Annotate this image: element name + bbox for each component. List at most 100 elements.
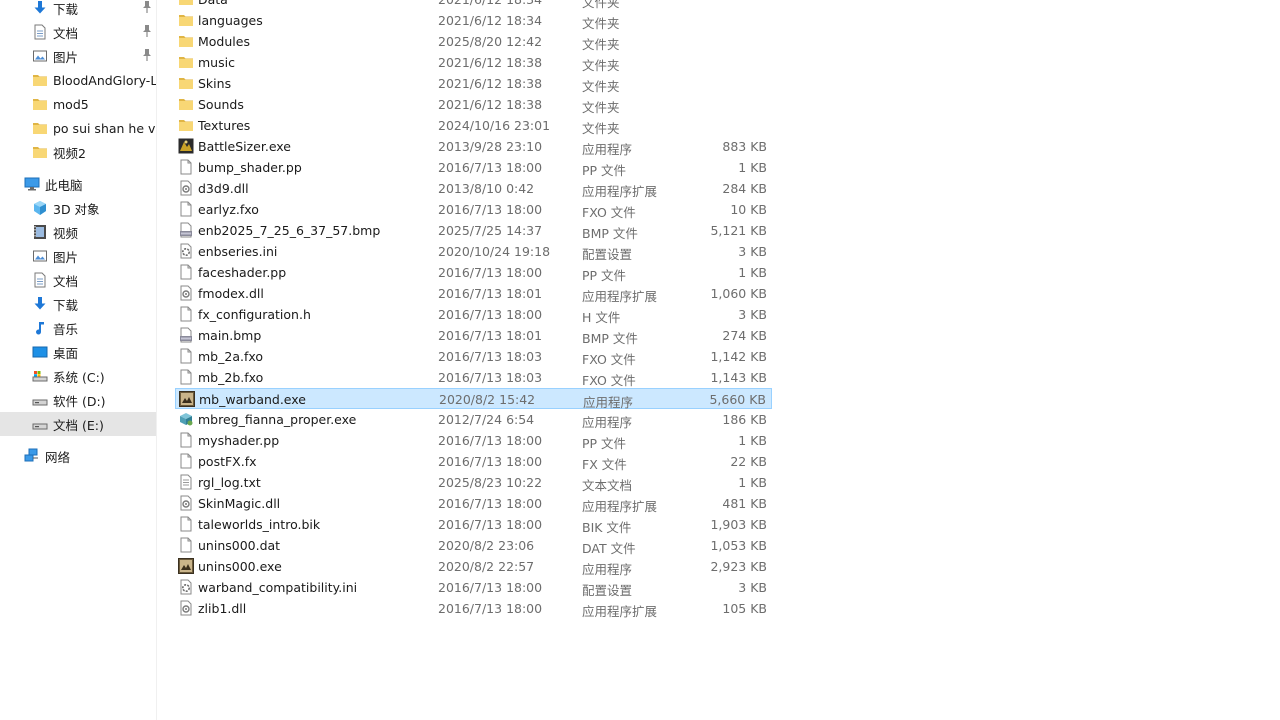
file-size: 186 KB [722, 412, 767, 427]
file-row[interactable]: warband_compatibility.ini 2016/7/13 18:00… [175, 577, 772, 598]
file-name: Skins [198, 76, 232, 91]
file-row[interactable]: d3d9.dll 2013/8/10 0:42 应用程序扩展 284 KB [175, 178, 772, 199]
sidebar-item-qa-2[interactable]: 图片 [0, 44, 156, 68]
file-row[interactable]: mbreg_fianna_proper.exe 2012/7/24 6:54 应用程… [175, 409, 772, 430]
file-icon [178, 201, 194, 217]
file-name: Modules [198, 34, 250, 49]
dll-icon [178, 180, 194, 196]
file-type: 应用程序扩展 [582, 184, 658, 199]
file-row[interactable]: taleworlds_intro.bik 2016/7/13 18:00 BIK 文… [175, 514, 772, 535]
sidebar-item-qa-3[interactable]: BloodAndGlory-Li [0, 68, 156, 92]
file-name: languages [198, 13, 263, 28]
file-name: faceshader.pp [198, 265, 287, 280]
sidebar-item-pc-4[interactable]: 下载 [0, 292, 156, 316]
pictures-icon [32, 248, 48, 264]
pin-icon[interactable] [141, 24, 153, 38]
file-row[interactable]: Sounds 2021/6/12 18:38 文件夹 [175, 94, 772, 115]
file-row[interactable]: main.bmp 2016/7/13 18:01 BMP 文件 274 KB [175, 325, 772, 346]
sidebar-item-pc-5[interactable]: 音乐 [0, 316, 156, 340]
file-row[interactable]: postFX.fx 2016/7/13 18:00 FX 文件 22 KB [175, 451, 772, 472]
file-row[interactable]: BattleSizer.exe 2013/9/28 23:10 应用程序 883 KB [175, 136, 772, 157]
file-row[interactable]: SkinMagic.dll 2016/7/13 18:00 应用程序扩展 481 KB [175, 493, 772, 514]
file-row[interactable]: unins000.dat 2020/8/2 23:06 DAT 文件 1,053 KB [175, 535, 772, 556]
sidebar-item-qa-0[interactable]: 下载 [0, 0, 156, 20]
file-type: BMP 文件 [582, 226, 638, 241]
sidebar-item-pc-9[interactable]: 文档 (E:) [0, 412, 156, 436]
videos-icon [32, 224, 48, 240]
network-icon [24, 448, 40, 464]
file-row[interactable]: mb_2a.fxo 2016/7/13 18:03 FXO 文件 1,142 KB [175, 346, 772, 367]
file-date-modified: 2025/7/25 14:37 [438, 223, 543, 238]
file-row[interactable]: Data2021/6/12 18:34文件夹 [175, 0, 772, 10]
file-date-modified: 2016/7/13 18:03 [438, 349, 543, 364]
file-list[interactable]: Data 2021/6/12 18:34 文件夹 languages 2021/6/12… [175, 0, 775, 720]
file-date-modified: 2020/8/2 15:42 [439, 392, 536, 407]
sidebar-item-network[interactable]: 网络 [0, 444, 156, 468]
file-row[interactable]: fmodex.dll 2016/7/13 18:01 应用程序扩展 1,060 KB [175, 283, 772, 304]
sidebar-item-qa-5[interactable]: po sui shan he v0 [0, 116, 156, 140]
file-type: PP 文件 [582, 436, 627, 451]
sidebar-item-pc-7[interactable]: 系统 (C:) [0, 364, 156, 388]
sidebar-item-label: 软件 (D:) [53, 393, 106, 409]
sidebar-item-pc-1[interactable]: 视频 [0, 220, 156, 244]
navigation-pane[interactable]: 下载 文档 图片 BloodAndGlory-Li mod5 po sui shan he… [0, 0, 157, 720]
file-row[interactable]: enb2025_7_25_6_37_57.bmp 2025/7/25 14:37 B… [175, 220, 772, 241]
file-row[interactable]: mb_warband.exe 2020/8/2 15:42 应用程序 5,660 KB [175, 388, 772, 410]
file-date-modified: 2020/8/2 22:57 [438, 559, 535, 574]
file-row[interactable]: unins000.exe 2020/8/2 22:57 应用程序 2,923 KB [175, 556, 772, 577]
file-date-modified: 2016/7/13 18:00 [438, 433, 543, 448]
file-row[interactable]: earlyz.fxo 2016/7/13 18:00 FXO 文件 10 KB [175, 199, 772, 220]
file-date-modified: 2013/8/10 0:42 [438, 181, 535, 196]
file-date-modified: 2021/6/12 18:38 [438, 97, 543, 112]
file-row[interactable]: bump_shader.pp 2016/7/13 18:00 PP 文件 1 KB [175, 157, 772, 178]
file-type: 应用程序 [582, 415, 633, 430]
file-size: 1,060 KB [710, 286, 767, 301]
file-row[interactable]: music 2021/6/12 18:38 文件夹 [175, 52, 772, 73]
sidebar-item-qa-4[interactable]: mod5 [0, 92, 156, 116]
file-row[interactable]: Textures 2024/10/16 23:01 文件夹 [175, 115, 772, 136]
file-date-modified: 2016/7/13 18:00 [438, 601, 543, 616]
file-icon [178, 348, 194, 364]
file-date-modified: 2016/7/13 18:00 [438, 307, 543, 322]
sidebar-item-label: 文档 (E:) [53, 417, 104, 433]
file-name: music [198, 55, 235, 70]
file-name: bump_shader.pp [198, 160, 302, 175]
file-row[interactable]: Skins 2021/6/12 18:38 文件夹 [175, 73, 772, 94]
sidebar-item-label: 网络 [45, 449, 71, 465]
file-row[interactable]: languages 2021/6/12 18:34 文件夹 [175, 10, 772, 31]
sidebar-item-pc-3[interactable]: 文档 [0, 268, 156, 292]
file-date-modified: 2016/7/13 18:00 [438, 454, 543, 469]
file-type: 应用程序扩展 [582, 289, 658, 304]
file-row[interactable]: enbseries.ini 2020/10/24 19:18 配置设置 3 KB [175, 241, 772, 262]
sidebar-item-qa-1[interactable]: 文档 [0, 20, 156, 44]
file-size: 1,053 KB [710, 538, 767, 553]
file-row[interactable]: mb_2b.fxo 2016/7/13 18:03 FXO 文件 1,143 KB [175, 367, 772, 388]
pin-icon[interactable] [141, 0, 153, 14]
sidebar-item-label: po sui shan he v0 [53, 120, 156, 136]
file-row[interactable]: zlib1.dll 2016/7/13 18:00 应用程序扩展 105 KB [175, 598, 772, 619]
pin-icon[interactable] [141, 48, 153, 62]
file-type: BMP 文件 [582, 331, 638, 346]
file-row[interactable]: Modules 2025/8/20 12:42 文件夹 [175, 31, 772, 52]
sidebar-item-pc-8[interactable]: 软件 (D:) [0, 388, 156, 412]
sidebar-item-qa-6[interactable]: 视频2 [0, 140, 156, 164]
sidebar-item-pc-6[interactable]: 桌面 [0, 340, 156, 364]
file-name: postFX.fx [198, 454, 257, 469]
file-size: 1 KB [738, 433, 767, 448]
file-date-modified: 2021/6/12 18:38 [438, 55, 543, 70]
file-row[interactable]: myshader.pp 2016/7/13 18:00 PP 文件 1 KB [175, 430, 772, 451]
file-type: FX 文件 [582, 457, 627, 472]
computer-icon [24, 176, 40, 192]
file-row[interactable]: rgl_log.txt 2025/8/23 10:22 文本文档 1 KB [175, 472, 772, 493]
file-icon [178, 537, 194, 553]
sidebar-item-this-pc[interactable]: 此电脑 [0, 172, 156, 196]
sidebar-item-label: 系统 (C:) [53, 369, 105, 385]
file-size: 3 KB [738, 307, 767, 322]
file-date-modified: 2020/8/2 23:06 [438, 538, 535, 553]
file-row[interactable]: fx_configuration.h 2016/7/13 18:00 H 文件 3 K… [175, 304, 772, 325]
file-name: myshader.pp [198, 433, 280, 448]
file-date-modified: 2016/7/13 18:01 [438, 286, 543, 301]
sidebar-item-pc-2[interactable]: 图片 [0, 244, 156, 268]
file-row[interactable]: faceshader.pp 2016/7/13 18:00 PP 文件 1 KB [175, 262, 772, 283]
sidebar-item-pc-0[interactable]: 3D 对象 [0, 196, 156, 220]
